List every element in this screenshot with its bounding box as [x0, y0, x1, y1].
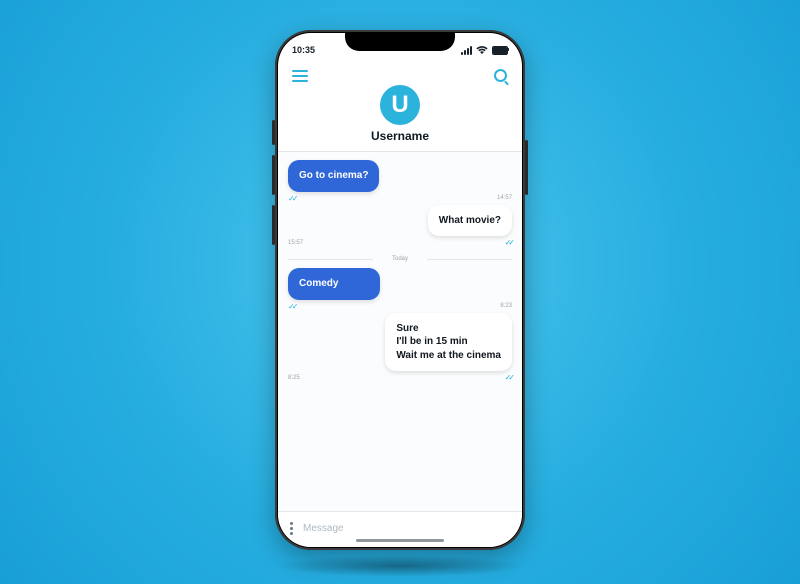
home-indicator[interactable] [356, 539, 444, 542]
avatar[interactable]: U [380, 85, 420, 125]
date-divider: Today [288, 256, 512, 262]
message-text: I'll be in 15 min [396, 335, 501, 349]
message-text: Wait me at the cinema [396, 349, 501, 363]
top-bar [278, 63, 522, 83]
message-meta: ✓✓ 8:23 [288, 302, 512, 311]
read-ticks-icon: ✓✓ [505, 373, 512, 382]
message-time: 15:57 [288, 240, 303, 246]
side-button-vol-down [272, 205, 275, 245]
chat-area: Go to cinema? ✓✓ 14:57 What movie? ✓✓ 15… [278, 152, 522, 511]
message-meta: ✓✓ 14:57 [288, 194, 512, 203]
message-text: Sure [396, 322, 501, 336]
message-time: 8:23 [500, 303, 512, 309]
background: 10:35 U Username [0, 0, 800, 584]
message-meta: ✓✓ 15:57 [288, 238, 512, 247]
status-indicators [461, 46, 508, 55]
more-options-icon[interactable] [290, 522, 293, 535]
message-text: Go to cinema? [299, 169, 368, 183]
notch [345, 33, 455, 51]
message-time: 14:57 [497, 195, 512, 201]
message-row: Go to cinema? ✓✓ 14:57 [288, 160, 512, 203]
signal-icon [461, 46, 472, 55]
message-text: What movie? [439, 214, 501, 228]
phone-shadow [275, 555, 525, 577]
phone-frame: 10:35 U Username [275, 30, 525, 550]
read-ticks-icon: ✓✓ [288, 194, 295, 203]
message-time: 8:25 [288, 375, 300, 381]
message-bubble-received[interactable]: Sure I'll be in 15 min Wait me at the ci… [385, 313, 512, 372]
message-bubble-received[interactable]: What movie? [428, 205, 512, 237]
message-bubble-sent[interactable]: Go to cinema? [288, 160, 379, 192]
search-icon[interactable] [494, 69, 508, 83]
message-row: Sure I'll be in 15 min Wait me at the ci… [288, 313, 512, 383]
screen: 10:35 U Username [278, 33, 522, 547]
message-row: Comedy ✓✓ 8:23 [288, 268, 512, 311]
side-button-mute [272, 120, 275, 145]
username-label: Username [278, 129, 522, 143]
message-input[interactable]: Message [303, 523, 510, 534]
side-button-vol-up [272, 155, 275, 195]
read-ticks-icon: ✓✓ [505, 238, 512, 247]
status-time: 10:35 [292, 45, 315, 55]
battery-icon [492, 46, 508, 55]
hamburger-menu-icon[interactable] [292, 70, 308, 82]
side-button-power [525, 140, 528, 195]
profile-header: U Username [278, 83, 522, 152]
wifi-icon [476, 46, 488, 54]
read-ticks-icon: ✓✓ [288, 302, 295, 311]
message-bubble-sent[interactable]: Comedy [288, 268, 380, 300]
message-text: Comedy [299, 277, 369, 291]
message-meta: ✓✓ 8:25 [288, 373, 512, 382]
message-row: What movie? ✓✓ 15:57 [288, 205, 512, 248]
